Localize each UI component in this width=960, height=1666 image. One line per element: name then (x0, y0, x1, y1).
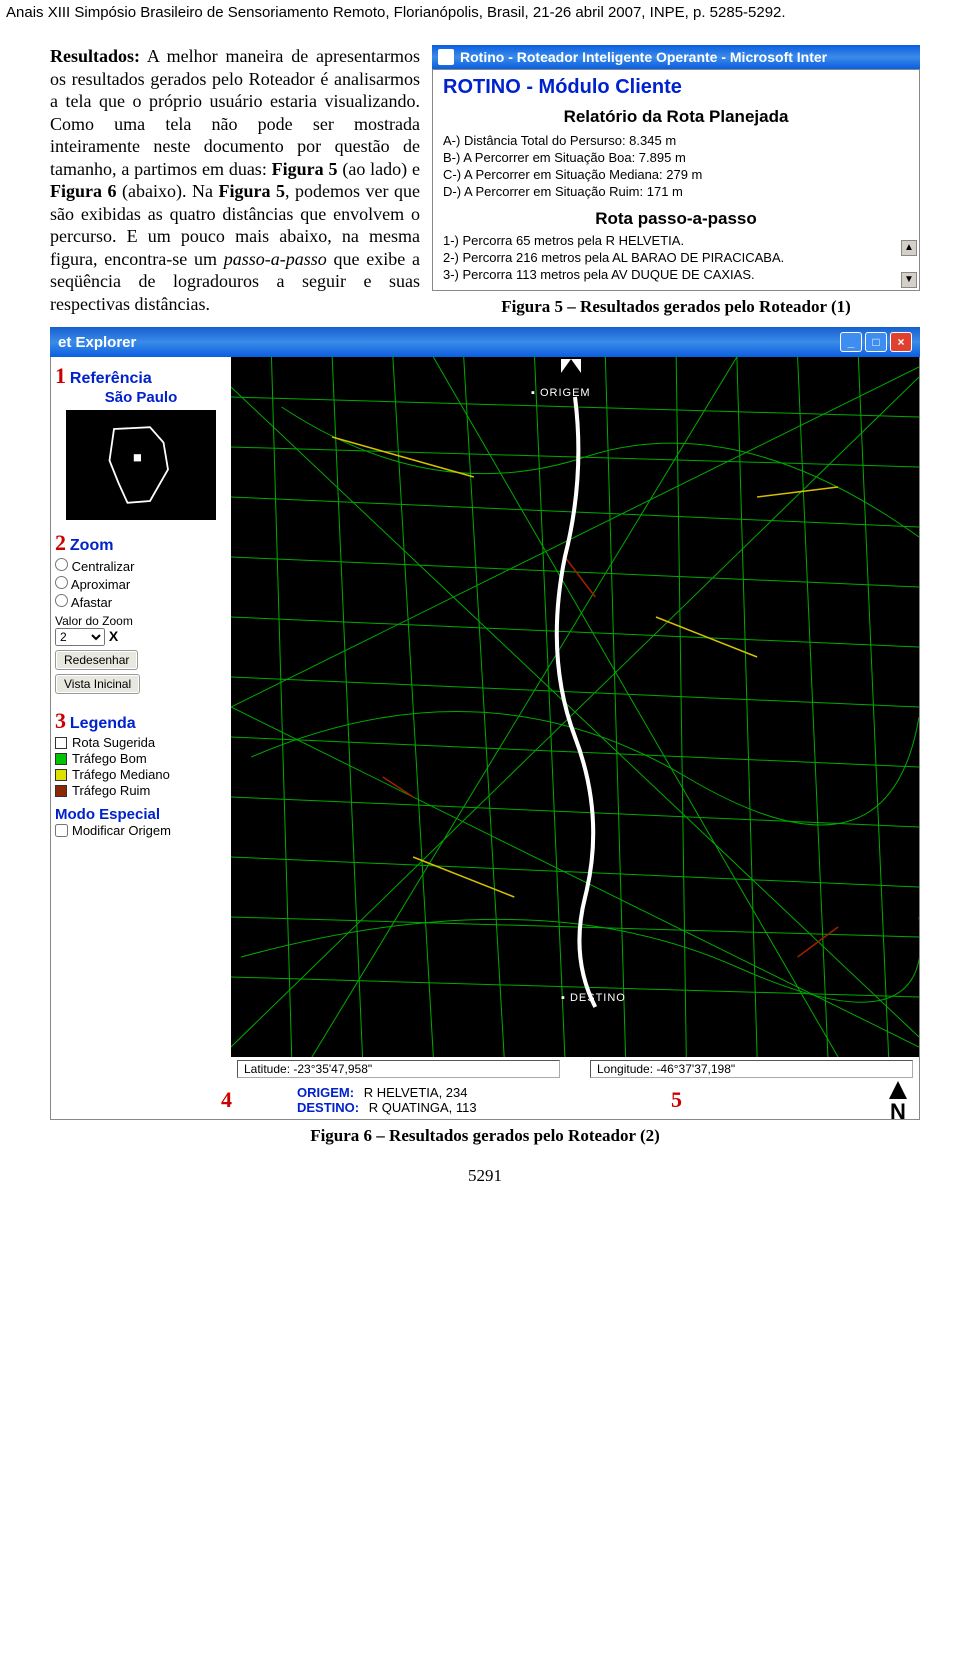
page-number: 5291 (50, 1166, 920, 1186)
distance-line: C-) A Percorrer em Situação Mediana: 279… (443, 167, 909, 182)
zoom-option-centralizar[interactable]: Centralizar (55, 558, 227, 574)
modificar-origem-checkbox[interactable]: Modificar Origem (55, 823, 227, 838)
report-title: ROTINO - Módulo Cliente (443, 76, 909, 99)
results-paragraph: Resultados: A melhor maneira de apresent… (50, 45, 420, 317)
panel-number-4: 4 (221, 1087, 232, 1113)
route-path (557, 397, 595, 1007)
route-step: 3-) Percorra 113 metros pela AV DUQUE DE… (443, 267, 909, 282)
legend-title: Legenda (70, 715, 136, 733)
map-canvas[interactable]: ▪ ORIGEM ▪ DESTINO (231, 357, 919, 1057)
destino-value: R QUATINGA, 113 (369, 1100, 477, 1115)
origin-destination-row: 4 ORIGEM: R HELVETIA, 234 DESTINO: R QUA… (231, 1081, 919, 1119)
figure-6: et Explorer _ □ × 1 Referência São Paulo… (50, 327, 920, 1146)
redesenhar-button[interactable]: Redesenhar (55, 650, 138, 670)
legend-item: Tráfego Ruim (55, 783, 227, 798)
panel-number-5: 5 (671, 1087, 682, 1113)
latitude-value: -23°35'47,958" (293, 1062, 372, 1076)
latitude-label: Latitude: (244, 1062, 290, 1076)
zoom-x-label: X (109, 628, 118, 644)
distance-line: B-) A Percorrer em Situação Boa: 7.895 m (443, 150, 909, 165)
origem-value: R HELVETIA, 234 (364, 1085, 468, 1100)
distance-line: D-) A Percorrer em Situação Ruim: 171 m (443, 184, 909, 199)
minimize-icon[interactable]: _ (840, 332, 862, 352)
destino-label: DESTINO: (297, 1100, 359, 1115)
window-titlebar: Rotino - Roteador Inteligente Operante -… (432, 45, 920, 69)
origem-label: ORIGEM: (297, 1085, 354, 1100)
pan-up-icon[interactable] (561, 359, 581, 373)
reference-map-icon[interactable] (66, 410, 216, 520)
longitude-value: -46°37'37,198" (656, 1062, 735, 1076)
modo-especial-title: Modo Especial (55, 806, 227, 823)
zoom-option-aproximar[interactable]: Aproximar (55, 576, 227, 592)
panel-number-1: 1 (55, 363, 66, 388)
compass-icon: N (889, 1081, 907, 1125)
scroll-up-icon[interactable]: ▲ (901, 240, 917, 256)
legend-item: Rota Sugerida (55, 735, 227, 750)
legend-item: Tráfego Bom (55, 751, 227, 766)
close-icon[interactable]: × (890, 332, 912, 352)
zoom-value-label: Valor do Zoom (55, 614, 227, 628)
side-panel: 1 Referência São Paulo 2 Zoom Centraliza… (51, 357, 231, 1119)
map-panel: ▪ ORIGEM ▪ DESTINO Latitude: -23°35'47,9… (231, 357, 919, 1119)
route-subtitle: Rota passo-a-passo (443, 209, 909, 229)
longitude-label: Longitude: (597, 1062, 653, 1076)
zoom-option-afastar[interactable]: Afastar (55, 594, 227, 610)
route-step: 2-) Percorra 216 metros pela AL BARAO DE… (443, 250, 909, 265)
page-header-citation: Anais XIII Simpósio Brasileiro de Sensor… (0, 0, 960, 25)
report-body: ROTINO - Módulo Cliente Relatório da Rot… (432, 69, 920, 291)
reference-title: Referência (70, 370, 152, 388)
panel-number-3: 3 (55, 708, 66, 733)
route-step: 1-) Percorra 65 metros pela R HELVETIA. (443, 233, 909, 248)
ie-title-text: et Explorer (58, 334, 136, 351)
street-network-icon (231, 357, 919, 1057)
report-subtitle: Relatório da Rota Planejada (443, 107, 909, 127)
window-title: Rotino - Roteador Inteligente Operante -… (460, 49, 827, 65)
zoom-title: Zoom (70, 537, 114, 555)
ie-titlebar: et Explorer _ □ × (50, 327, 920, 357)
panel-number-2: 2 (55, 530, 66, 555)
results-lead: Resultados: (50, 46, 140, 66)
coordinates-bar: Latitude: -23°35'47,958" Longitude: -46°… (231, 1057, 919, 1081)
map-label-origem: ▪ ORIGEM (531, 387, 591, 399)
distance-line: A-) Distância Total do Persurso: 8.345 m (443, 133, 909, 148)
reference-subtitle: São Paulo (55, 389, 227, 406)
app-icon (438, 49, 454, 65)
figure-5-caption: Figura 5 – Resultados gerados pelo Rotea… (432, 297, 920, 317)
figure-5: Rotino - Roteador Inteligente Operante -… (432, 45, 920, 317)
vista-inicial-button[interactable]: Vista Inicinal (55, 674, 140, 694)
map-label-destino: ▪ DESTINO (561, 992, 626, 1004)
figure-6-caption: Figura 6 – Resultados gerados pelo Rotea… (50, 1126, 920, 1146)
zoom-value-select[interactable]: 2 (55, 628, 105, 646)
scroll-down-icon[interactable]: ▼ (901, 272, 917, 288)
legend-item: Tráfego Mediano (55, 767, 227, 782)
maximize-icon[interactable]: □ (865, 332, 887, 352)
